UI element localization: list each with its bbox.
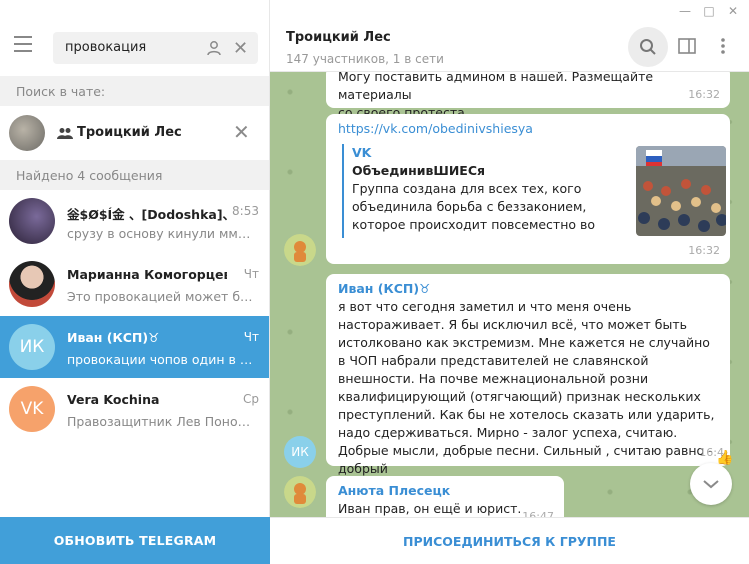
search-input-value: провокация — [65, 40, 147, 55]
search-in-chat-label: Поиск в чате: — [0, 76, 269, 106]
hamburger-menu-icon[interactable] — [14, 36, 36, 52]
preview-description: Группа создана для всех тех, кого объеди… — [352, 181, 596, 232]
update-telegram-button[interactable]: ОБНОВИТЬ TELEGRAM — [0, 517, 270, 564]
search-icon — [640, 39, 656, 55]
message-bubble[interactable]: Иван (КСП)♉ я вот что сегодня заметил и … — [326, 274, 730, 476]
message-bubble[interactable]: https://vk.com/obedinivshiesya VK Объеди… — [326, 114, 730, 264]
chat-messages-area[interactable]: Могу поставить админом в нашей. Размещай… — [270, 72, 749, 517]
more-options-icon[interactable] — [720, 37, 726, 55]
result-time: Чт — [243, 267, 259, 281]
preview-thumbnail — [636, 146, 726, 236]
chat-filter[interactable]: Троицкий Лес ✕ — [0, 107, 269, 160]
join-group-button[interactable]: ПРИСОЕДИНИТЬСЯ К ГРУППЕ — [270, 517, 749, 564]
group-icon — [57, 128, 73, 139]
chat-header: Троицкий Лес 147 участников, 1 в сети — [270, 22, 749, 72]
clear-search-icon[interactable]: ✕ — [233, 38, 248, 59]
avatar — [9, 261, 55, 307]
message-sender[interactable]: Анюта Плесецк — [338, 482, 552, 500]
message-link[interactable]: https://vk.com/obedinivshiesya — [338, 121, 533, 136]
message-time: 16:47 — [522, 510, 554, 517]
chat-filter-avatar — [9, 115, 45, 151]
result-snippet: Это провокацией может быть — [67, 289, 259, 304]
search-result-item[interactable]: ИК Иван (КСП)♉ Чт провокации чопов один … — [0, 316, 269, 378]
sender-avatar[interactable] — [284, 234, 316, 266]
message-time: 16:32 — [688, 244, 720, 257]
search-result-item[interactable]: VK Vera Kochina Ср Правозащитник Лев Пон… — [0, 378, 269, 440]
message-text: Иван прав, он ещё и юрист. — [338, 501, 522, 516]
message-bubble[interactable]: Анюта Плесецк Иван прав, он ещё и юрист.… — [326, 476, 564, 517]
search-result-item[interactable]: 釡$Ø$Í金 、[Dodoshka]、 8:53 срузу в основу … — [0, 190, 269, 252]
sender-avatar[interactable] — [284, 476, 316, 508]
close-window-button[interactable]: ✕ — [722, 0, 744, 22]
chat-subtitle: 147 участников, 1 в сети — [286, 52, 444, 66]
found-messages-label: Найдено 4 сообщения — [0, 160, 269, 190]
chat-filter-name: Троицкий Лес — [77, 125, 182, 140]
avatar — [9, 198, 55, 244]
search-button[interactable] — [628, 27, 668, 67]
sidebar: провокация ✕ Поиск в чате: Троицкий Лес … — [0, 0, 270, 564]
avatar: ИК — [9, 324, 55, 370]
result-title: 釡$Ø$Í金 、[Dodoshka]、 — [67, 207, 227, 222]
chevron-down-icon — [703, 480, 719, 489]
link-preview[interactable]: VK ОбъединивШИЕСя Группа создана для все… — [342, 144, 726, 238]
result-time: Ср — [243, 392, 259, 406]
search-input[interactable]: провокация ✕ — [53, 32, 258, 64]
result-snippet: Правозащитник Лев Пономa... — [67, 414, 259, 429]
result-snippet: провокации чопов один в од... — [67, 352, 259, 367]
result-title: Vera Kochina — [67, 392, 160, 407]
minimize-button[interactable]: — — [674, 0, 696, 22]
message-sender[interactable]: Иван (КСП)♉ — [338, 280, 718, 298]
message-bubble[interactable]: Могу поставить админом в нашей. Размещай… — [326, 72, 730, 120]
result-title: Марианна Комогорцева — [67, 267, 227, 282]
result-snippet: срузу в основу кинули мммм... — [67, 226, 259, 241]
result-time: 8:53 — [232, 204, 259, 218]
message-time: 16:32 — [688, 88, 720, 101]
message-text-line: Могу поставить админом в нашей. Размещай… — [338, 72, 654, 102]
window-titlebar: — □ ✕ — [270, 0, 749, 22]
result-time: Чт — [243, 330, 259, 344]
side-panel-icon[interactable] — [678, 38, 696, 54]
result-title: Иван (КСП)♉ — [67, 330, 160, 345]
maximize-button[interactable]: □ — [698, 0, 720, 22]
avatar: VK — [9, 386, 55, 432]
user-icon[interactable] — [206, 40, 222, 56]
remove-chat-filter-icon[interactable]: ✕ — [233, 120, 250, 144]
message-text: я вот что сегодня заметил и что меня оче… — [338, 299, 715, 476]
scroll-down-button[interactable] — [690, 463, 732, 505]
search-result-item[interactable]: Марианна Комогорцева Чт Это провокацией … — [0, 253, 269, 315]
chat-title[interactable]: Троицкий Лес — [286, 30, 391, 45]
search-row: провокация ✕ — [0, 0, 270, 76]
sender-avatar[interactable]: ИК — [284, 436, 316, 468]
